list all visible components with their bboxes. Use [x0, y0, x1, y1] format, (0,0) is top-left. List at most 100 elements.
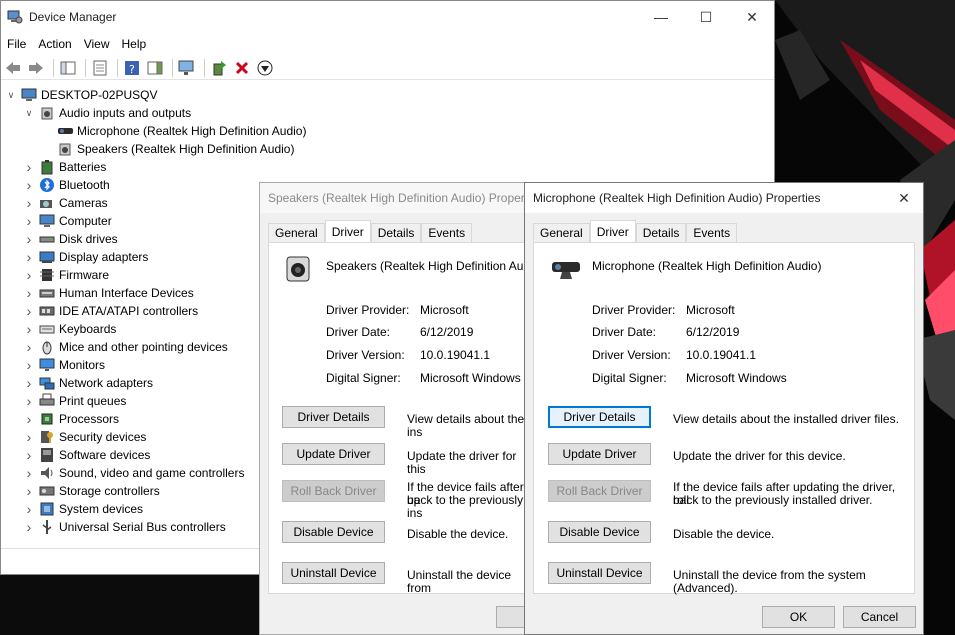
tree-category-item[interactable]: › System devices [23, 500, 143, 518]
scan-hardware-changes-icon[interactable] [177, 58, 197, 78]
chevron-right-icon[interactable]: › [23, 393, 35, 409]
tree-category-item[interactable]: › Bluetooth [23, 176, 110, 194]
close-button[interactable]: ✕ [729, 1, 775, 33]
chevron-right-icon[interactable]: › [23, 375, 35, 391]
tab-general[interactable]: General [268, 223, 325, 242]
roll-back-desc-line2: back to the previously ins [407, 493, 524, 520]
roll-back-driver-button[interactable]: Roll Back Driver [282, 480, 385, 502]
driver-details-desc: View details about the ins [407, 412, 525, 439]
sound-controller-icon [39, 465, 55, 481]
tree-category-item[interactable]: › Sound, video and game controllers [23, 464, 245, 482]
driver-version-value: 10.0.19041.1 [420, 348, 491, 362]
tree-device-item[interactable]: Speakers (Realtek High Definition Audio) [41, 140, 294, 158]
tree-category-item[interactable]: › Firmware [23, 266, 109, 284]
tree-category-item[interactable]: › Print queues [23, 392, 127, 410]
driver-details-button[interactable]: Driver Details [282, 406, 385, 428]
chevron-down-icon[interactable]: ∨ [23, 108, 35, 119]
tab-general[interactable]: General [533, 223, 590, 242]
chevron-right-icon[interactable]: › [23, 303, 35, 319]
roll-back-driver-button[interactable]: Roll Back Driver [548, 480, 651, 502]
tree-category-item[interactable]: › Computer [23, 212, 112, 230]
update-driver-button[interactable]: Update Driver [282, 443, 385, 465]
chevron-right-icon[interactable]: › [23, 285, 35, 301]
tree-category-item[interactable]: › Security devices [23, 428, 147, 446]
update-driver-button[interactable]: Update Driver [548, 443, 651, 465]
disable-device-button[interactable]: Disable Device [282, 521, 385, 543]
chevron-right-icon[interactable]: › [23, 339, 35, 355]
chevron-right-icon[interactable]: › [23, 177, 35, 193]
chevron-right-icon[interactable]: › [23, 231, 35, 247]
tree-category-item[interactable]: › Network adapters [23, 374, 153, 392]
tree-item-label: Sound, video and game controllers [59, 466, 245, 480]
monitor-icon [39, 357, 55, 373]
action-pane-icon[interactable] [145, 58, 165, 78]
properties-icon[interactable] [90, 58, 110, 78]
tab-details[interactable]: Details [635, 223, 687, 242]
back-arrow-icon[interactable] [3, 58, 23, 78]
tree-category-item[interactable]: › Cameras [23, 194, 108, 212]
tab-events[interactable]: Events [421, 223, 473, 242]
chevron-right-icon[interactable]: › [23, 519, 35, 535]
forward-arrow-icon[interactable] [26, 58, 46, 78]
tree-category-item[interactable]: › Display adapters [23, 248, 149, 266]
maximize-button[interactable]: ☐ [683, 1, 729, 33]
chevron-right-icon[interactable]: › [23, 411, 35, 427]
menu-file[interactable]: File [1, 37, 32, 51]
disable-device-button[interactable]: Disable Device [548, 521, 651, 543]
chevron-down-icon[interactable]: ∨ [5, 90, 17, 101]
menu-help[interactable]: Help [116, 37, 153, 51]
tree-category-item[interactable]: › Universal Serial Bus controllers [23, 518, 226, 536]
enable-device-icon[interactable] [255, 58, 275, 78]
chevron-right-icon[interactable]: › [23, 483, 35, 499]
tree-category-item[interactable]: › Batteries [23, 158, 107, 176]
tree-item-label: Storage controllers [59, 484, 160, 498]
menu-action[interactable]: Action [32, 37, 77, 51]
tree-category-item[interactable]: › Software devices [23, 446, 151, 464]
chevron-right-icon[interactable]: › [23, 267, 35, 283]
tree-category-item[interactable]: › Disk drives [23, 230, 118, 248]
driver-details-desc: View details about the installed driver … [673, 412, 899, 426]
chevron-right-icon[interactable]: › [23, 447, 35, 463]
close-icon[interactable]: ✕ [885, 183, 923, 213]
tree-category-item[interactable]: › Human Interface Devices [23, 284, 194, 302]
tree-category-item[interactable]: › Storage controllers [23, 482, 160, 500]
tree-category-item[interactable]: › Monitors [23, 356, 105, 374]
ok-button[interactable]: OK [762, 606, 835, 628]
tree-item-label: Keyboards [59, 322, 117, 336]
chevron-right-icon[interactable]: › [23, 465, 35, 481]
chevron-right-icon[interactable]: › [23, 195, 35, 211]
tree-category-item[interactable]: ∨ Audio inputs and outputs [23, 104, 191, 122]
hid-icon [39, 285, 55, 301]
menu-view[interactable]: View [78, 37, 116, 51]
chevron-right-icon[interactable]: › [23, 501, 35, 517]
show-hide-console-tree-icon[interactable] [58, 58, 78, 78]
uninstall-device-icon[interactable] [232, 58, 252, 78]
tree-category-item[interactable]: › Mice and other pointing devices [23, 338, 228, 356]
tree-root[interactable]: ∨ DESKTOP-02PUSQV [5, 86, 158, 104]
tree-device-item[interactable]: Microphone (Realtek High Definition Audi… [41, 122, 306, 140]
tab-events[interactable]: Events [686, 223, 738, 242]
uninstall-device-button[interactable]: Uninstall Device [548, 562, 651, 584]
update-driver-icon[interactable] [209, 58, 229, 78]
tree-category-item[interactable]: › Keyboards [23, 320, 117, 338]
chevron-right-icon[interactable]: › [23, 321, 35, 337]
driver-details-button[interactable]: Driver Details [548, 406, 651, 428]
mouse-icon [39, 339, 55, 355]
tree-category-item[interactable]: › IDE ATA/ATAPI controllers [23, 302, 199, 320]
tree-item-label: Computer [59, 214, 112, 228]
help-icon[interactable]: ? [122, 58, 142, 78]
tab-driver[interactable]: Driver [589, 220, 636, 242]
tab-driver[interactable]: Driver [324, 220, 371, 242]
tree-item-label: Network adapters [59, 376, 154, 390]
chevron-right-icon[interactable]: › [23, 357, 35, 373]
uninstall-device-button[interactable]: Uninstall Device [282, 562, 385, 584]
chevron-right-icon[interactable]: › [23, 429, 35, 445]
tab-details[interactable]: Details [370, 223, 422, 242]
tree-item-label: Microphone (Realtek High Definition Audi… [77, 124, 307, 138]
tree-category-item[interactable]: › Processors [23, 410, 119, 428]
chevron-right-icon[interactable]: › [23, 213, 35, 229]
chevron-right-icon[interactable]: › [23, 159, 35, 175]
cancel-button[interactable]: Cancel [843, 606, 916, 628]
chevron-right-icon[interactable]: › [23, 249, 35, 265]
minimize-button[interactable]: — [638, 1, 684, 33]
